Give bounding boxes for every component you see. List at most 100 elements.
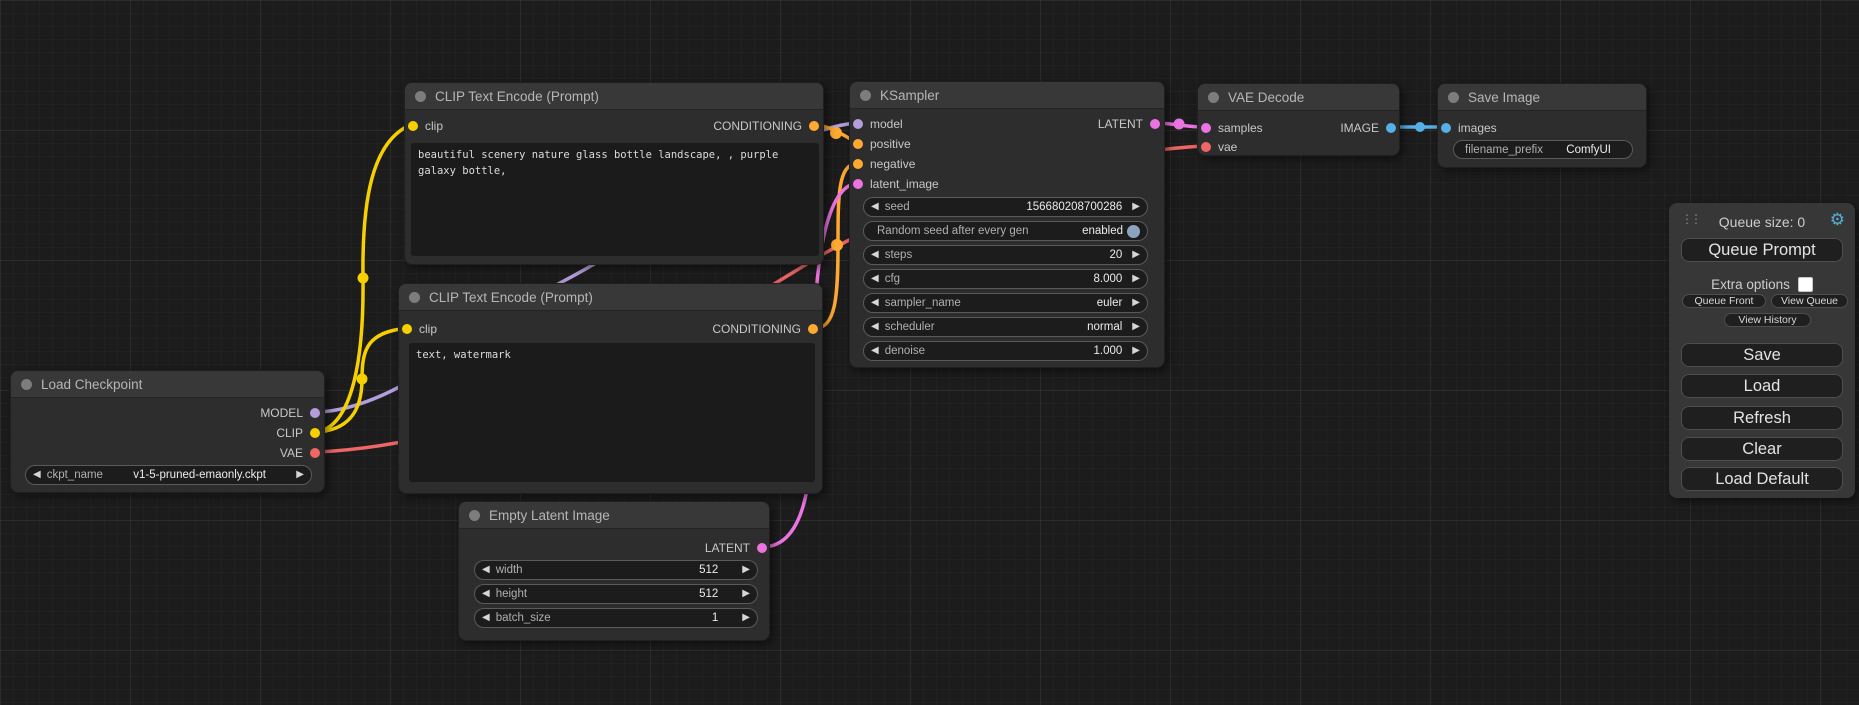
node-title: CLIP Text Encode (Prompt) xyxy=(435,89,599,104)
drag-handle-icon[interactable]: ⋮⋮ xyxy=(1681,213,1699,225)
width-widget[interactable]: ◀ width 512 ▶ xyxy=(474,560,758,580)
decrement-icon[interactable]: ◀ xyxy=(871,346,879,356)
queue-panel-header: ⋮⋮ Queue size: 0 ⚙ xyxy=(1669,212,1855,232)
queue-prompt-button[interactable]: Queue Prompt xyxy=(1681,238,1843,262)
collapse-dot-icon[interactable] xyxy=(1448,92,1459,103)
link-dot xyxy=(830,127,842,139)
widget-value: euler xyxy=(1097,297,1123,309)
output-label: CONDITIONING xyxy=(713,119,802,133)
widget-value: 512 xyxy=(699,588,718,600)
batch-size-widget[interactable]: ◀ batch_size 1 ▶ xyxy=(474,608,758,628)
decrement-icon[interactable]: ◀ xyxy=(482,589,490,599)
increment-icon[interactable]: ▶ xyxy=(742,613,750,623)
height-widget[interactable]: ◀ height 512 ▶ xyxy=(474,584,758,604)
filename-prefix-widget[interactable]: filename_prefix ComfyUI xyxy=(1453,140,1633,159)
seed-widget[interactable]: ◀ seed 156680208700286 ▶ xyxy=(863,197,1148,217)
output-port-latent[interactable] xyxy=(1150,119,1160,129)
comfyui-canvas[interactable]: { "colors": { "model": "#b39ddb", "clip"… xyxy=(0,0,1859,705)
input-port-positive[interactable] xyxy=(853,139,863,149)
increment-icon[interactable]: ▶ xyxy=(1132,322,1140,332)
positive-prompt-textarea[interactable]: beautiful scenery nature glass bottle la… xyxy=(411,143,819,256)
decrement-icon[interactable]: ◀ xyxy=(871,274,879,284)
link-dot xyxy=(357,374,368,385)
collapse-dot-icon[interactable] xyxy=(409,292,420,303)
node-title: Load Checkpoint xyxy=(41,377,142,392)
increment-icon[interactable]: ▶ xyxy=(1132,298,1140,308)
load-button[interactable]: Load xyxy=(1681,374,1843,398)
output-port-clip[interactable] xyxy=(310,428,320,438)
widget-value: v1-5-pruned-emaonly.ckpt xyxy=(133,469,266,481)
sampler-name-widget[interactable]: ◀ sampler_name euler ▶ xyxy=(863,293,1148,313)
output-port-vae[interactable] xyxy=(310,448,320,458)
decrement-icon[interactable]: ◀ xyxy=(871,298,879,308)
output-slot-conditioning: CONDITIONING xyxy=(713,116,819,136)
settings-gear-icon[interactable]: ⚙ xyxy=(1830,211,1845,228)
ckpt-name-widget[interactable]: ◀ ckpt_name v1-5-pruned-emaonly.ckpt ▶ xyxy=(25,465,312,485)
increment-icon[interactable]: ▶ xyxy=(296,470,304,480)
input-port-images[interactable] xyxy=(1441,123,1451,133)
node-title-bar[interactable]: CLIP Text Encode (Prompt) xyxy=(405,83,823,110)
input-port-clip[interactable] xyxy=(408,121,418,131)
input-port-model[interactable] xyxy=(853,119,863,129)
increment-icon[interactable]: ▶ xyxy=(742,589,750,599)
collapse-dot-icon[interactable] xyxy=(415,91,426,102)
output-label: VAE xyxy=(280,446,303,460)
widget-value: 20 xyxy=(1110,249,1123,261)
collapse-dot-icon[interactable] xyxy=(469,510,480,521)
widget-value: enabled xyxy=(1082,225,1123,237)
output-port-conditioning[interactable] xyxy=(809,121,819,131)
collapse-dot-icon[interactable] xyxy=(21,379,32,390)
random-seed-toggle-widget[interactable]: Random seed after every gen enabled xyxy=(863,221,1148,241)
input-port-latent-image[interactable] xyxy=(853,179,863,189)
widget-label: Random seed after every gen xyxy=(877,225,1029,237)
node-title-bar[interactable]: KSampler xyxy=(850,82,1164,109)
increment-icon[interactable]: ▶ xyxy=(1132,274,1140,284)
queue-front-button[interactable]: Queue Front xyxy=(1682,294,1766,308)
collapse-dot-icon[interactable] xyxy=(860,90,871,101)
output-port-image[interactable] xyxy=(1386,123,1396,133)
clear-button[interactable]: Clear xyxy=(1681,437,1843,461)
extra-options-checkbox[interactable] xyxy=(1798,277,1813,292)
cfg-widget[interactable]: ◀ cfg 8.000 ▶ xyxy=(863,269,1148,289)
toggle-knob-icon[interactable] xyxy=(1127,225,1140,238)
view-queue-button[interactable]: View Queue xyxy=(1771,294,1848,308)
input-port-negative[interactable] xyxy=(853,159,863,169)
negative-prompt-textarea[interactable]: text, watermark xyxy=(409,343,815,482)
load-default-button[interactable]: Load Default xyxy=(1681,467,1843,491)
output-port-conditioning[interactable] xyxy=(808,324,818,334)
denoise-widget[interactable]: ◀ denoise 1.000 ▶ xyxy=(863,341,1148,361)
node-title: Empty Latent Image xyxy=(489,508,610,523)
increment-icon[interactable]: ▶ xyxy=(1132,202,1140,212)
decrement-icon[interactable]: ◀ xyxy=(482,565,490,575)
link-dot xyxy=(358,273,369,284)
decrement-icon[interactable]: ◀ xyxy=(33,470,41,480)
increment-icon[interactable]: ▶ xyxy=(1132,346,1140,356)
decrement-icon[interactable]: ◀ xyxy=(871,250,879,260)
output-port-latent[interactable] xyxy=(757,543,767,553)
link-dot xyxy=(1174,119,1185,130)
node-title-bar[interactable]: VAE Decode xyxy=(1198,84,1399,111)
node-title-bar[interactable]: CLIP Text Encode (Prompt) xyxy=(399,284,822,311)
decrement-icon[interactable]: ◀ xyxy=(871,202,879,212)
increment-icon[interactable]: ▶ xyxy=(1132,250,1140,260)
input-port-samples[interactable] xyxy=(1201,123,1211,133)
input-port-vae[interactable] xyxy=(1201,142,1211,152)
decrement-icon[interactable]: ◀ xyxy=(482,613,490,623)
refresh-button[interactable]: Refresh xyxy=(1681,406,1843,430)
input-port-clip[interactable] xyxy=(402,324,412,334)
view-history-button[interactable]: View History xyxy=(1724,313,1811,327)
decrement-icon[interactable]: ◀ xyxy=(871,322,879,332)
node-title-bar[interactable]: Save Image xyxy=(1438,84,1646,111)
collapse-dot-icon[interactable] xyxy=(1208,92,1219,103)
widget-label: height xyxy=(496,588,527,600)
steps-widget[interactable]: ◀ steps 20 ▶ xyxy=(863,245,1148,265)
save-button[interactable]: Save xyxy=(1681,343,1843,367)
widget-label: scheduler xyxy=(885,321,935,333)
node-title-bar[interactable]: Load Checkpoint xyxy=(11,371,324,398)
output-port-model[interactable] xyxy=(310,408,320,418)
node-title-bar[interactable]: Empty Latent Image xyxy=(459,502,769,529)
scheduler-widget[interactable]: ◀ scheduler normal ▶ xyxy=(863,317,1148,337)
input-slot-samples: samples xyxy=(1201,118,1263,138)
input-label: positive xyxy=(870,137,911,151)
increment-icon[interactable]: ▶ xyxy=(742,565,750,575)
